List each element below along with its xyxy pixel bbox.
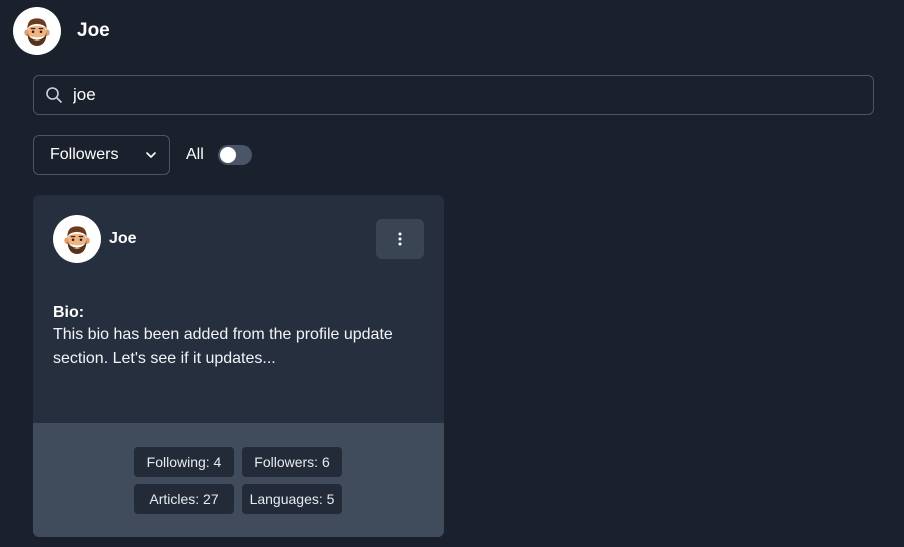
all-toggle[interactable]	[217, 145, 252, 165]
following-badge: Following: 4	[134, 447, 234, 477]
search-input[interactable]	[73, 85, 853, 105]
avatar[interactable]	[13, 7, 61, 55]
more-vertical-icon	[398, 232, 402, 246]
app-header: Joe	[13, 7, 110, 55]
followers-badge: Followers: 6	[242, 447, 342, 477]
bio-heading: Bio:	[53, 304, 85, 321]
memoji-avatar-icon	[18, 12, 56, 50]
bio-text: This bio has been added from the profile…	[53, 326, 393, 367]
memoji-avatar-icon	[58, 220, 96, 258]
filter-bar: Followers All	[33, 135, 252, 175]
chevron-down-icon	[146, 152, 156, 158]
header-user-name: Joe	[77, 20, 110, 41]
all-toggle-label: All	[186, 146, 204, 163]
filter-select[interactable]: Followers	[33, 135, 170, 175]
card-user-name[interactable]: Joe	[109, 230, 137, 248]
card-menu-button[interactable]	[376, 219, 424, 259]
card-stats: Following: 4 Followers: 6 Articles: 27 L…	[33, 423, 444, 537]
languages-badge: Languages: 5	[242, 484, 342, 514]
filter-select-value: Followers	[50, 146, 119, 163]
search-icon	[46, 87, 62, 103]
card-avatar[interactable]	[53, 215, 101, 263]
articles-badge: Articles: 27	[134, 484, 234, 514]
user-card: Joe Bio: This bio has been added from th…	[33, 195, 444, 537]
card-body: Joe Bio: This bio has been added from th…	[33, 195, 444, 423]
toggle-knob	[219, 147, 236, 163]
search-bar[interactable]	[33, 75, 874, 115]
